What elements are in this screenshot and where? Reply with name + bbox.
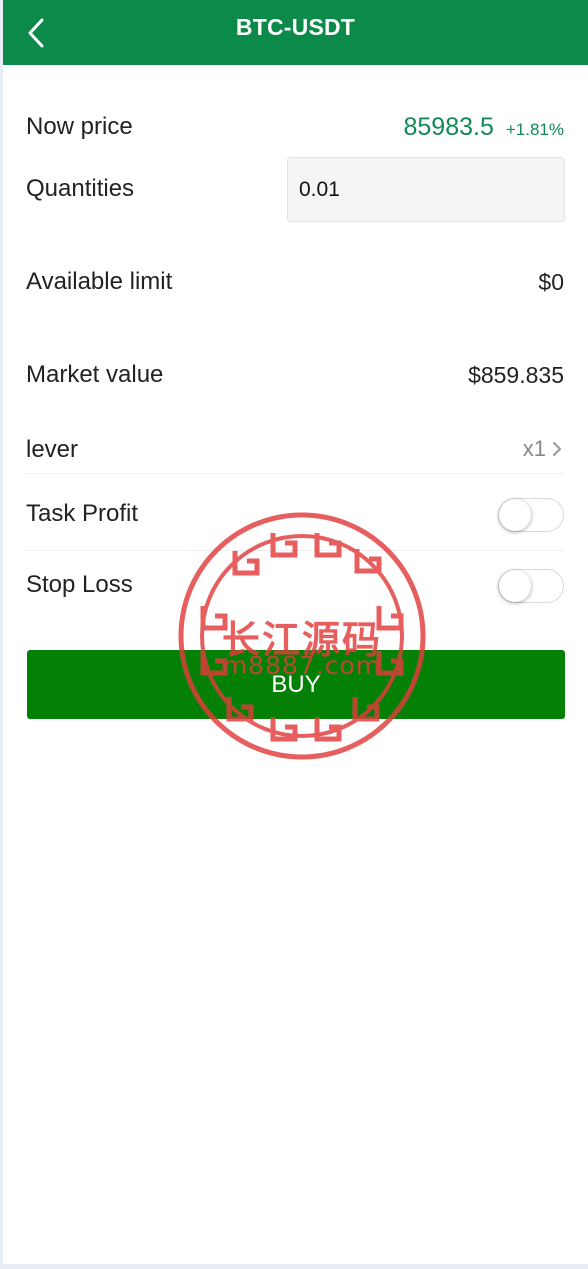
available-limit-value: $0 xyxy=(538,269,564,295)
market-value-label: Market value xyxy=(26,361,164,388)
stop-loss-label: Stop Loss xyxy=(26,571,133,598)
header-bar: BTC-USDT xyxy=(3,0,588,65)
divider xyxy=(26,550,564,551)
lever-selector[interactable]: x1 xyxy=(523,436,562,462)
toggle-knob xyxy=(499,570,531,602)
page-title: BTC-USDT xyxy=(235,14,356,40)
price-change-badge: +1.81% xyxy=(505,120,564,139)
quantities-label: Quantities xyxy=(26,175,135,202)
lever-value: x1 xyxy=(522,436,546,461)
quantity-input[interactable] xyxy=(287,157,565,222)
chevron-right-icon xyxy=(553,442,561,456)
divider xyxy=(26,473,564,474)
now-price-display: 85983.5 +1.81% xyxy=(403,113,564,142)
stamp-seal-icon xyxy=(178,512,426,760)
available-limit-label: Available limit xyxy=(26,268,173,295)
now-price-value: 85983.5 xyxy=(403,113,494,141)
trade-page: BTC-USDT Now price 85983.5 +1.81% Quanti… xyxy=(3,0,588,1264)
stop-loss-toggle[interactable] xyxy=(498,569,564,603)
toggle-knob xyxy=(499,499,531,531)
lever-label: lever xyxy=(26,436,79,463)
market-value-value: $859.835 xyxy=(468,362,564,388)
now-price-label: Now price xyxy=(26,113,133,140)
watermark-stamp: 长江源码 m8887.com xyxy=(177,511,427,761)
task-profit-label: Task Profit xyxy=(26,500,139,527)
task-profit-toggle[interactable] xyxy=(498,498,564,532)
buy-button[interactable]: BUY xyxy=(27,650,565,719)
